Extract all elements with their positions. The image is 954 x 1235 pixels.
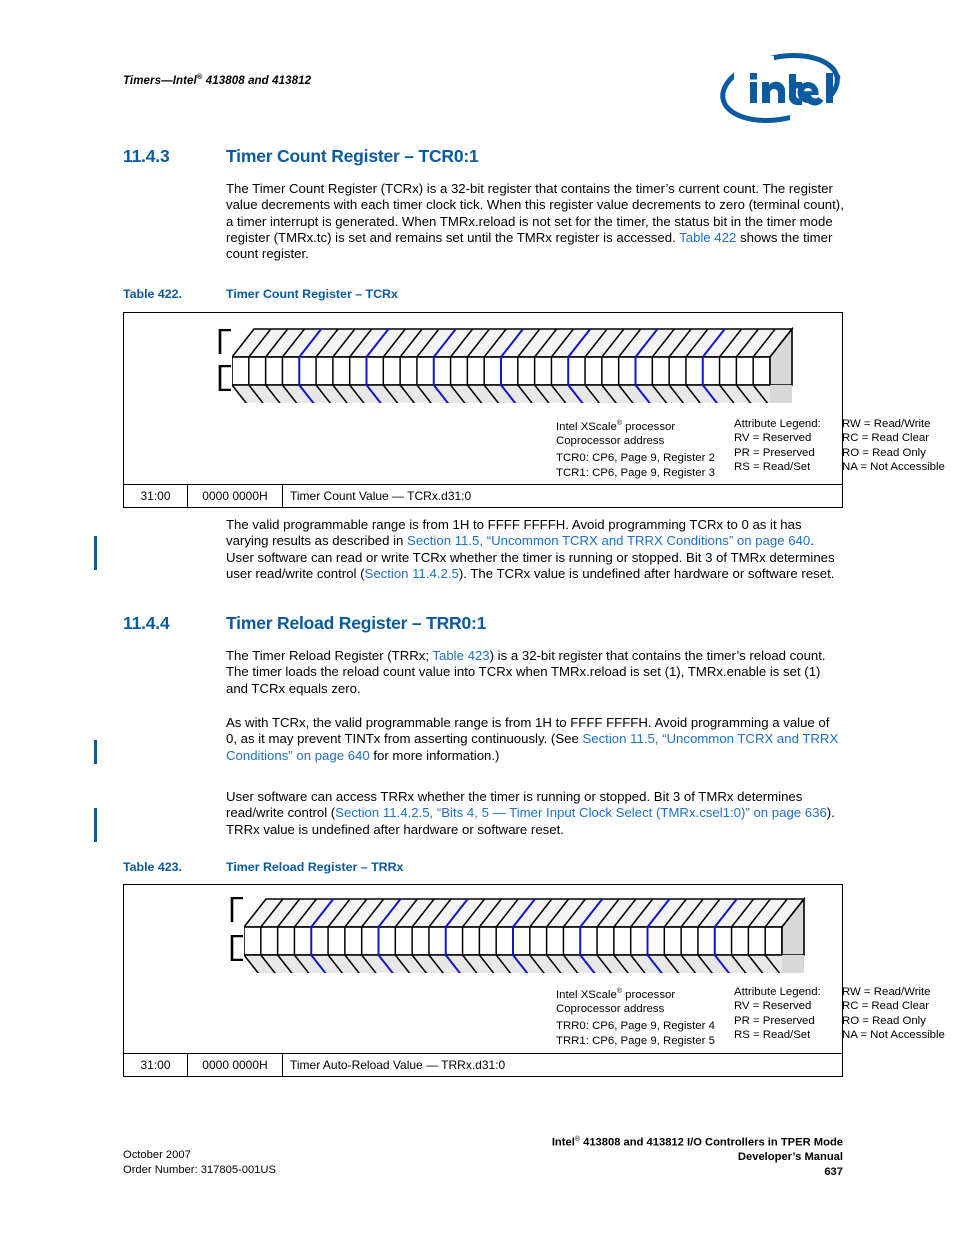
attribute-legend-header: Attribute Legend: xyxy=(734,418,821,430)
attribute-rw: RW = Read/Write xyxy=(842,986,931,998)
bit-31-top-bracket-icon xyxy=(230,897,243,922)
table-423-cell-bits: 31:00 xyxy=(140,1058,171,1072)
paragraph-text: for more information.) xyxy=(369,747,500,763)
attribute-rw: RW = Read/Write xyxy=(842,418,931,430)
attribute-rs: RS = Read/Set xyxy=(734,460,811,473)
legend-attributes-right-tcr: RW = Read/Write RC = Read Clear RO = Rea… xyxy=(842,417,945,474)
paragraph-trr-access: User software can access TRRx whether th… xyxy=(226,789,844,838)
footer-manual-title-suffix: 413808 and 413812 I/O Controllers in TPE… xyxy=(580,1136,843,1149)
cross-reference-link[interactable]: Section 11.5, “Uncommon TCRX and TRRX Co… xyxy=(407,533,810,548)
attribute-rv: RV = Reserved xyxy=(734,1000,812,1013)
document-page: Timers—Intel® 413808 and 413812 11.4.3 T… xyxy=(0,0,954,1235)
attribute-ro: RO = Read Only xyxy=(842,446,926,459)
legend-address-line2: TRR1: CP6, Page 9, Register 5 xyxy=(556,1034,715,1047)
table-422-caption: Table 422. Timer Count Register – TCRx xyxy=(123,287,623,303)
table-422-cell-bits: 31:00 xyxy=(140,489,171,503)
section-number-11-4-3: 11.4.3 xyxy=(123,146,170,166)
legend-processor-address-tcr: Intel XScale® processor Coprocessor addr… xyxy=(556,417,715,480)
change-bar xyxy=(94,740,97,764)
change-bar xyxy=(94,808,97,842)
footer-left: October 2007 Order Number: 317805-001US xyxy=(123,1148,276,1177)
register-bit-slab-tcr xyxy=(232,325,810,403)
paragraph-tcr-range: The valid programmable range is from 1H … xyxy=(226,517,844,582)
attribute-ro: RO = Read Only xyxy=(842,1014,926,1027)
register-bit-slab-trr xyxy=(244,895,822,973)
table-422-figure: Intel XScale® processor Coprocessor addr… xyxy=(123,312,945,508)
running-head: Timers—Intel® 413808 and 413812 xyxy=(123,72,311,87)
attribute-na: NA = Not Accessible xyxy=(842,460,945,473)
cross-reference-link[interactable]: Section 11.4.2.5 xyxy=(365,566,459,581)
table-423-cell-description: Timer Auto-Reload Value — TRRx.d31:0 xyxy=(282,1054,842,1076)
table-423-caption: Table 423. Timer Reload Register – TRRx xyxy=(123,860,623,876)
footer-order-number: Order Number: 317805-001US xyxy=(123,1163,276,1176)
paragraph-tcr-intro: The Timer Count Register (TCRx) is a 32-… xyxy=(226,181,844,262)
legend-processor-line2: Coprocessor address xyxy=(556,435,665,448)
table-422-cell-reset-value: 0000 0000H xyxy=(187,485,282,507)
legend-attributes-right-trr: RW = Read/Write RC = Read Clear RO = Rea… xyxy=(842,985,945,1042)
table-422-caption-number: Table 422. xyxy=(123,287,183,301)
section-title-11-4-3: Timer Count Register – TCR0:1 xyxy=(226,146,479,166)
paragraph-trr-intro: The Timer Reload Register (TRRx; Table 4… xyxy=(226,648,844,697)
bit-00-bottom-bracket-icon xyxy=(218,365,231,391)
attribute-rc: RC = Read Clear xyxy=(842,1000,930,1013)
attribute-legend-header: Attribute Legend: xyxy=(734,986,821,998)
legend-address-line1: TCR0: CP6, Page 9, Register 2 xyxy=(556,452,715,465)
legend-attributes-left-trr: Attribute Legend: RV = Reserved PR = Pre… xyxy=(734,985,821,1042)
attribute-pr: PR = Preserved xyxy=(734,1014,815,1027)
attribute-na: NA = Not Accessible xyxy=(842,1028,945,1041)
legend-address-line1: TRR0: CP6, Page 9, Register 4 xyxy=(556,1020,715,1033)
attribute-rc: RC = Read Clear xyxy=(842,432,930,445)
legend-processor-line1: Intel XScale xyxy=(556,988,617,1001)
attribute-pr: PR = Preserved xyxy=(734,446,815,459)
intel-logo xyxy=(716,52,844,124)
running-head-suffix: 413808 and 413812 xyxy=(202,74,312,87)
footer-date: October 2007 xyxy=(123,1149,191,1161)
change-bar xyxy=(94,536,97,570)
attribute-rs: RS = Read/Set xyxy=(734,1028,811,1041)
paragraph-trr-range: As with TCRx, the valid programmable ran… xyxy=(226,715,844,764)
section-number-11-4-4: 11.4.4 xyxy=(123,613,170,633)
section-title-11-4-4: Timer Reload Register – TRR0:1 xyxy=(226,613,487,633)
footer-right: Intel® 413808 and 413812 I/O Controllers… xyxy=(552,1133,843,1179)
legend-address-line2: TCR1: CP6, Page 9, Register 3 xyxy=(556,466,715,479)
paragraph-text: The Timer Reload Register (TRRx; xyxy=(226,648,433,663)
table-423-row: 31:00 0000 0000H Timer Auto-Reload Value… xyxy=(124,1054,842,1076)
legend-processor-line1-suffix: processor xyxy=(621,988,676,1001)
table-422-row: 31:00 0000 0000H Timer Count Value — TCR… xyxy=(124,485,842,507)
legend-processor-line2: Coprocessor address xyxy=(556,1003,665,1016)
cross-reference-link[interactable]: Table 422 xyxy=(679,230,736,245)
cross-reference-link[interactable]: Section 11.4.2.5, “Bits 4, 5 — Timer Inp… xyxy=(335,805,827,820)
footer-manual-title-prefix: Intel xyxy=(551,1136,575,1149)
footer-page-number: 637 xyxy=(824,1165,843,1178)
footer-manual-subtitle: Developer’s Manual xyxy=(737,1151,843,1164)
bit-31-top-bracket-icon xyxy=(218,329,231,354)
table-423-caption-number: Table 423. xyxy=(123,860,183,874)
table-423-cell-reset-value: 0000 0000H xyxy=(187,1054,282,1076)
legend-attributes-left-tcr: Attribute Legend: RV = Reserved PR = Pre… xyxy=(734,417,821,474)
paragraph-text: ). The TCRx value is undefined after har… xyxy=(458,565,835,581)
table-423-caption-title: Timer Reload Register – TRRx xyxy=(226,860,404,874)
table-422-caption-title: Timer Count Register – TCRx xyxy=(226,287,398,301)
legend-processor-line1: Intel XScale xyxy=(556,420,617,433)
table-422-cell-description: Timer Count Value — TCRx.d31:0 xyxy=(282,485,842,507)
table-423-figure: Intel XScale® processor Coprocessor addr… xyxy=(123,884,945,1077)
attribute-rv: RV = Reserved xyxy=(734,432,812,445)
legend-processor-line1-suffix: processor xyxy=(621,420,676,433)
bit-00-bottom-bracket-icon xyxy=(230,935,243,961)
running-head-prefix: Timers—Intel xyxy=(123,74,197,87)
cross-reference-link[interactable]: Table 423 xyxy=(432,648,489,663)
legend-processor-address-trr: Intel XScale® processor Coprocessor addr… xyxy=(556,985,715,1048)
